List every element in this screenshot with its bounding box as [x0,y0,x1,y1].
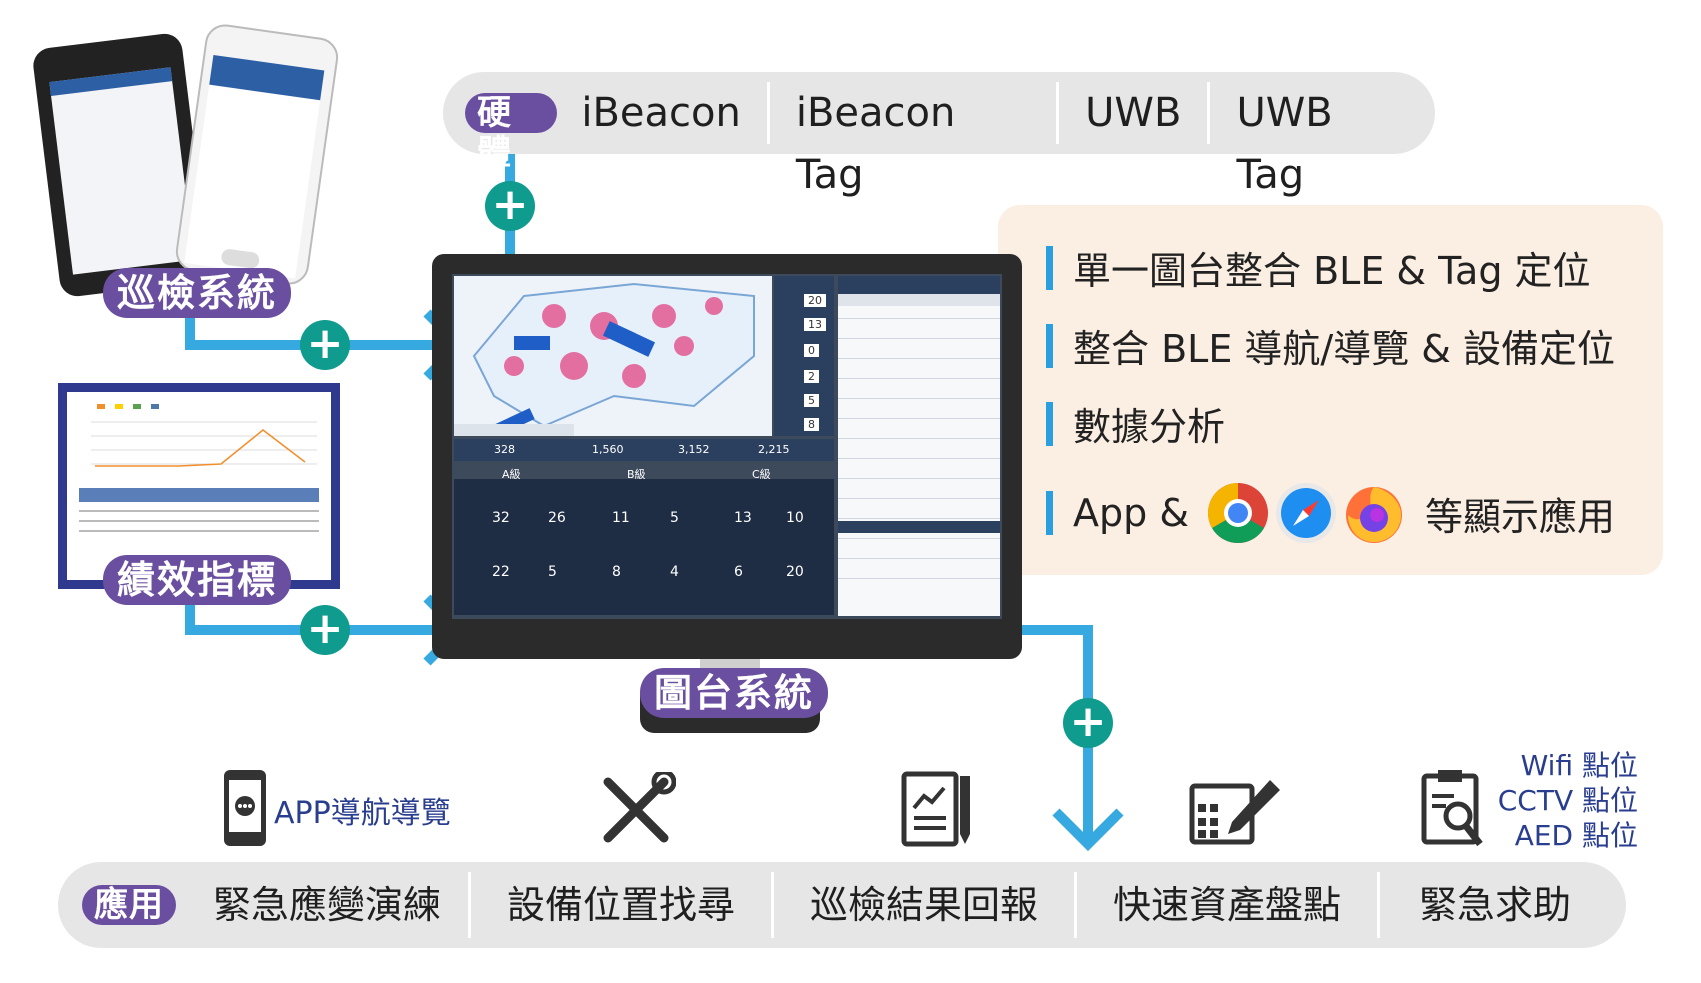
tile-value: 32 [492,510,510,526]
report-icon [901,771,970,847]
plus-icon-kpi: + [300,605,350,655]
side-value: 2 [804,370,819,383]
stat-value: 328 [494,443,515,456]
tile-value: 11 [612,510,630,526]
application-item: 緊急求助 [1377,872,1610,938]
map-system-label: 圖台系統 [640,668,829,718]
applications-bar: 應用 緊急應變演練 設備位置找尋 巡檢結果回報 快速資產盤點 緊急求助 [58,862,1626,948]
tile-value: 5 [670,510,679,526]
tile-value: 10 [786,510,804,526]
stat-value: 1,560 [592,443,624,456]
application-item: 緊急應變演練 [212,883,441,927]
tile-value: 4 [670,564,679,580]
tile-value: 6 [734,564,743,580]
tile-value: 20 [786,564,804,580]
map-toolbar [454,424,574,436]
application-item: 巡檢結果回報 [771,872,1074,938]
side-value: 0 [804,344,819,357]
side-value: 5 [804,394,819,407]
tile-value: 5 [548,564,557,580]
feature-item: 數據分析 [1046,396,1225,451]
hardware-bar: 硬體 iBeacon iBeacon Tag UWB UWB Tag [443,72,1435,198]
tile-value: 13 [734,510,752,526]
plus-icon-patrol: + [300,320,350,370]
firefox-icon [1345,487,1402,543]
application-item: 快速資產盤點 [1074,872,1377,938]
chrome-icon [1207,483,1268,544]
patrol-system-label: 巡檢系統 [103,268,292,318]
feature-item: 單一圖台整合 BLE & Tag 定位 [1046,240,1591,295]
side-value: 20 [804,294,826,307]
feature-suffix: 等顯示應用 [1424,494,1615,539]
hardware-label: 硬體 [465,93,558,173]
point-item: AED 點位 [1514,819,1638,852]
plus-icon-apps: + [1063,698,1113,748]
hardware-item: iBeacon [581,90,741,136]
feature-item: App & 等顯示應用 [1046,482,1615,544]
hardware-item: iBeacon Tag [766,82,1056,198]
points-list: Wifi 點位 CCTV 點位 AED 點位 [1488,748,1638,853]
phone-icon [224,770,266,846]
tile-grid [454,479,834,615]
side-value: 8 [804,418,819,431]
app-nav-label: APP導航導覽 [274,796,451,831]
tile-value: 8 [612,564,621,580]
plus-icon-hardware: + [485,181,535,231]
map-area [454,276,772,436]
safari-icon [1275,483,1336,543]
side-value: 13 [804,318,826,331]
hardware-item: UWB Tag [1207,82,1435,198]
stat-value: 3,152 [678,443,710,456]
point-item: CCTV 點位 [1497,784,1638,817]
dashboard-screen: 20 13 0 2 5 8 328 1,560 3,152 2,215 A級 B… [452,274,1002,619]
tile-value: 26 [548,510,566,526]
hardware-item: UWB [1056,82,1207,144]
feature-item: 整合 BLE 導航/導覽 & 設備定位 [1046,318,1615,373]
point-item: Wifi 點位 [1520,749,1638,782]
clipboard-search-icon [1421,770,1483,847]
stat-value: 2,215 [758,443,790,456]
application-item: 設備位置找尋 [468,872,771,938]
tile-value: 22 [492,564,510,580]
data-table [838,276,1000,616]
tools-icon [603,772,676,843]
calculator-edit-icon [1189,780,1280,845]
applications-label: 應用 [82,885,176,925]
kpi-label: 績效指標 [103,555,292,605]
